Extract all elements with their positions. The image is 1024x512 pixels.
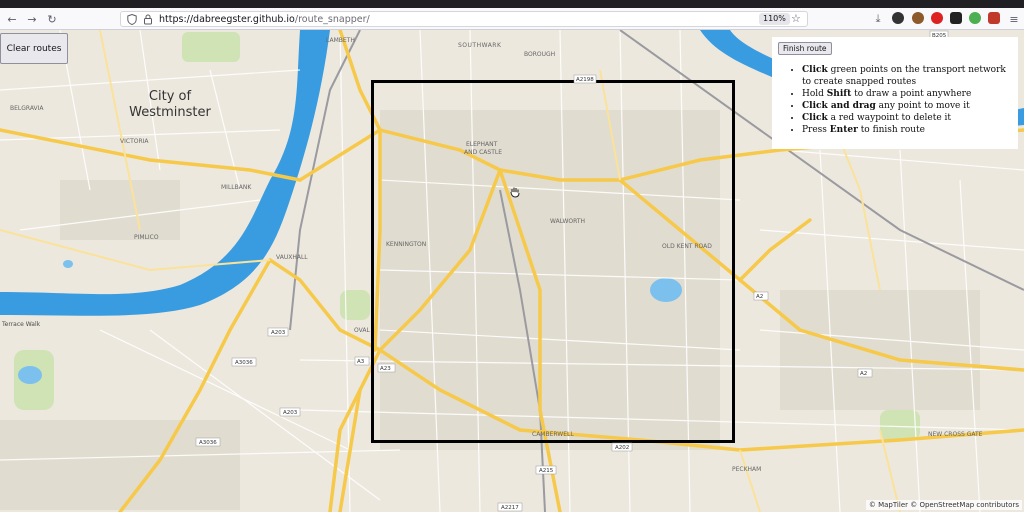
- label-borough: BOROUGH: [524, 51, 555, 58]
- label-oval: OVAL: [354, 327, 370, 334]
- label-peckham: PECKHAM: [732, 466, 761, 473]
- shield-icon: [127, 14, 137, 25]
- road-label-a203: A203: [271, 330, 286, 336]
- back-icon[interactable]: ←: [4, 11, 20, 27]
- instruction-item: Click a red waypoint to delete it: [802, 112, 1014, 124]
- label-vauxhall: VAUXHALL: [276, 254, 308, 261]
- road-label-a2: A2: [756, 294, 763, 300]
- bookmark-star-icon[interactable]: ☆: [791, 12, 801, 25]
- instruction-text: green points on the transport network to…: [802, 65, 1006, 87]
- instruction-item: Click green points on the transport netw…: [802, 64, 1014, 88]
- instruction-text: to finish route: [857, 125, 925, 135]
- downloads-icon[interactable]: ⤓: [870, 11, 886, 27]
- label-victoria: VICTORIA: [120, 138, 149, 145]
- label-elephant-and-castle: AND CASTLE: [464, 149, 502, 156]
- instruction-keyword: Click and drag: [802, 101, 876, 111]
- instruction-text: to draw a point anywhere: [851, 89, 972, 99]
- instruction-keyword: Shift: [826, 89, 852, 99]
- instruction-text: any point to move it: [875, 101, 970, 111]
- label-westminster: City of: [149, 89, 192, 104]
- map-attribution[interactable]: © MapTiler © OpenStreetMap contributors: [865, 500, 1022, 510]
- road-label-a3: A3: [357, 359, 365, 365]
- label-southwark: SOUTHWARK: [458, 42, 502, 49]
- label-new-cross-gate: NEW CROSS GATE: [928, 431, 983, 438]
- url-path: /route_snapper/: [294, 14, 370, 25]
- label-kennington: KENNINGTON: [386, 241, 426, 248]
- label-elephant-and-castle: ELEPHANT: [466, 141, 498, 148]
- road-label-a2: A2: [860, 371, 867, 377]
- road-label-a203: A203: [283, 410, 298, 416]
- label-old-kent-road: OLD KENT ROAD: [662, 243, 712, 250]
- label-walworth: WALWORTH: [550, 218, 585, 225]
- os-tab-strip: [0, 0, 1024, 8]
- label-lambeth: LAMBETH: [326, 37, 355, 44]
- label-terrace-walk: Terrace Walk: [1, 321, 41, 328]
- road-label-a3036: A3036: [199, 440, 217, 446]
- road-label-a23: A23: [380, 366, 391, 372]
- instruction-item: Click and drag any point to move it: [802, 100, 1014, 112]
- label-millbank: MILLBANK: [221, 184, 252, 191]
- label-pimlico: PIMLICO: [134, 234, 159, 241]
- instruction-text: a red waypoint to delete it: [827, 113, 952, 123]
- reload-icon[interactable]: ↻: [44, 11, 60, 27]
- road-label-a2217: A2217: [501, 505, 519, 511]
- instruction-item: Hold Shift to draw a point anywhere: [802, 88, 1014, 100]
- url-host: https://dabreegster.github.io: [159, 14, 295, 25]
- extension-icon[interactable]: [912, 12, 924, 24]
- instruction-keyword: Click: [802, 65, 828, 75]
- forward-icon[interactable]: →: [24, 11, 40, 27]
- instruction-text: Hold: [802, 89, 827, 99]
- instruction-keyword: Enter: [829, 125, 858, 135]
- road-label-a202: A202: [615, 445, 629, 451]
- label-westminster: Westminster: [129, 105, 211, 120]
- instruction-item: Press Enter to finish route: [802, 124, 1014, 136]
- extension-icon[interactable]: [892, 12, 904, 24]
- extension-icon[interactable]: [988, 12, 1000, 24]
- clear-routes-button[interactable]: Clear routes: [0, 33, 68, 64]
- label-belgravia: BELGRAVIA: [10, 105, 44, 112]
- finish-route-button[interactable]: Finish route: [778, 42, 832, 55]
- road-label-a215: A215: [539, 468, 554, 474]
- zoom-indicator[interactable]: 110%: [759, 13, 790, 25]
- address-bar[interactable]: https://dabreegster.github.io/route_snap…: [120, 11, 808, 27]
- adblock-icon[interactable]: [931, 12, 943, 24]
- route-snapper-panel: Finish route Click green points on the t…: [772, 37, 1018, 149]
- instruction-text: Press: [802, 125, 830, 135]
- instruction-keyword: Click: [802, 113, 828, 123]
- menu-icon[interactable]: ≡: [1006, 11, 1022, 27]
- road-label-a3036: A3036: [235, 360, 253, 366]
- url-text: https://dabreegster.github.io/route_snap…: [159, 13, 370, 26]
- road-label-a2198: A2198: [576, 77, 594, 83]
- instructions-list: Click green points on the transport netw…: [802, 64, 1014, 136]
- extension-icon[interactable]: [969, 12, 981, 24]
- label-camberwell: CAMBERWELL: [532, 431, 574, 438]
- browser-toolbar: ← → ↻ https://dabreegster.github.io/rout…: [0, 8, 1024, 30]
- extension-icon[interactable]: [950, 12, 962, 24]
- lock-icon: [144, 14, 152, 25]
